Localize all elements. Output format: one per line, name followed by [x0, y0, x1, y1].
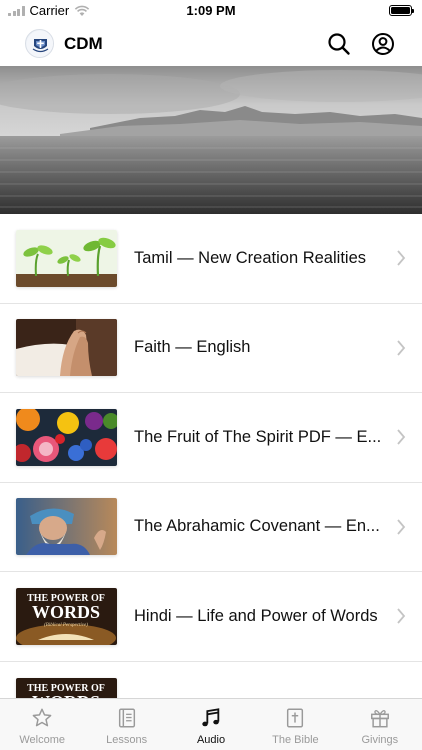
item-title: The Abrahamic Covenant — En... — [134, 517, 380, 536]
fruits-thumbnail — [16, 408, 117, 466]
app-title: CDM — [64, 34, 103, 53]
abraham-thumbnail — [16, 498, 117, 556]
battery-icon — [389, 5, 414, 16]
tab-audio[interactable]: Audio — [169, 699, 253, 750]
app-bar: CDM — [0, 22, 422, 66]
list-item[interactable]: The Abrahamic Covenant — En... — [0, 483, 422, 572]
profile-button[interactable] — [370, 31, 396, 57]
tab-the-bible[interactable]: The Bible — [253, 699, 337, 750]
chevron-right-icon — [397, 250, 406, 266]
item-title: Tamil — New Creation Realities — [134, 248, 366, 267]
chevron-right-icon — [397, 608, 406, 624]
tab-label: The Bible — [272, 734, 319, 746]
hero-banner-image — [0, 66, 422, 214]
tab-label: Givings — [361, 734, 399, 746]
app-logo — [25, 29, 54, 58]
cover-subtitle: (Biblical Perspective) — [44, 623, 88, 628]
list-item[interactable]: The Fruit of The Spirit PDF — E... — [0, 393, 422, 483]
book-icon — [118, 708, 135, 728]
praying-hands-thumbnail — [16, 319, 117, 377]
status-time: 1:09 PM — [186, 3, 236, 18]
list-item[interactable]: Tamil — New Creation Realities — [0, 214, 422, 304]
tab-label: Lessons — [106, 734, 148, 746]
list-item[interactable]: Faith — English — [0, 304, 422, 393]
tab-welcome[interactable]: Welcome — [0, 699, 84, 750]
star-icon — [32, 708, 52, 727]
music-note-icon — [202, 708, 220, 727]
tab-label: Audio — [196, 734, 226, 746]
seedlings-thumbnail — [16, 229, 117, 287]
tab-bar: Welcome Lessons Audio The Bible Givings — [0, 698, 422, 750]
chevron-right-icon — [397, 519, 406, 535]
search-icon — [328, 33, 350, 55]
tab-label: Welcome — [19, 734, 66, 746]
power-of-words-thumbnail: THE POWER OF WORDS (Biblical Perspective… — [16, 587, 117, 645]
bible-cross-icon — [287, 708, 304, 728]
status-bar: Carrier 1:09 PM — [0, 0, 422, 22]
tab-givings[interactable]: Givings — [338, 699, 422, 750]
item-title: Hindi — Life and Power of Words — [134, 606, 378, 625]
gift-icon — [370, 710, 389, 728]
cover-title-line2: WORDS — [32, 602, 100, 622]
chevron-right-icon — [397, 429, 406, 445]
search-button[interactable] — [326, 31, 352, 57]
audio-list: Tamil — New Creation Realities Faith — E… — [0, 214, 422, 750]
user-circle-icon — [372, 33, 394, 55]
chevron-right-icon — [397, 340, 406, 356]
item-title: Faith — English — [134, 338, 251, 357]
list-item[interactable]: THE POWER OF WORDS (Biblical Perspective… — [0, 572, 422, 662]
item-title: The Fruit of The Spirit PDF — E... — [134, 427, 382, 446]
tab-lessons[interactable]: Lessons — [84, 699, 168, 750]
